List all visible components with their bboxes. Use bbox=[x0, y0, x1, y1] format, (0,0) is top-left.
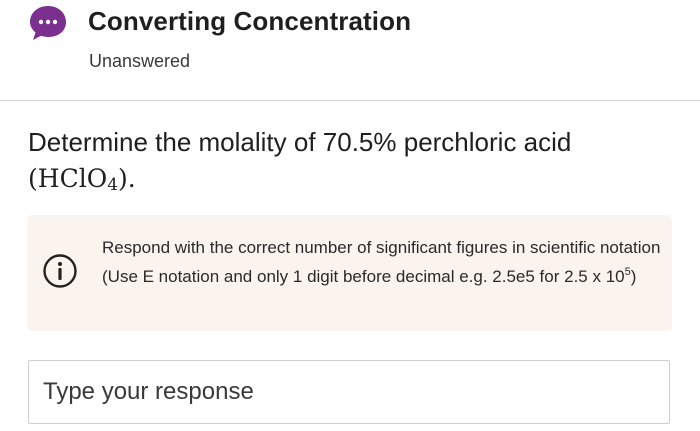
question-text: Determine the molality of 70.5% perchlor… bbox=[28, 127, 572, 157]
response-input[interactable] bbox=[43, 361, 653, 423]
info-icon bbox=[43, 254, 77, 288]
header-divider bbox=[0, 100, 700, 101]
instruction-main: Respond with the correct number of signi… bbox=[102, 238, 661, 286]
chat-bubble-icon bbox=[30, 6, 66, 40]
formula-main: HClO bbox=[37, 164, 108, 193]
question-prompt: Determine the molality of 70.5% perchlor… bbox=[28, 124, 668, 203]
instruction-end: ) bbox=[630, 267, 637, 286]
instruction-text: Respond with the correct number of signi… bbox=[102, 235, 662, 289]
formula-close: ). bbox=[118, 164, 136, 193]
status-label: Unanswered bbox=[89, 51, 191, 71]
response-field-container[interactable] bbox=[28, 360, 670, 424]
chemical-formula: (HClO4). bbox=[28, 164, 136, 195]
instruction-callout: Respond with the correct number of signi… bbox=[28, 215, 672, 331]
formula-open-paren: ( bbox=[28, 164, 38, 193]
page-title: Converting Concentration bbox=[88, 6, 412, 36]
formula-subscript: 4 bbox=[107, 175, 119, 195]
question-header: Converting Concentration Unanswered bbox=[0, 0, 700, 100]
